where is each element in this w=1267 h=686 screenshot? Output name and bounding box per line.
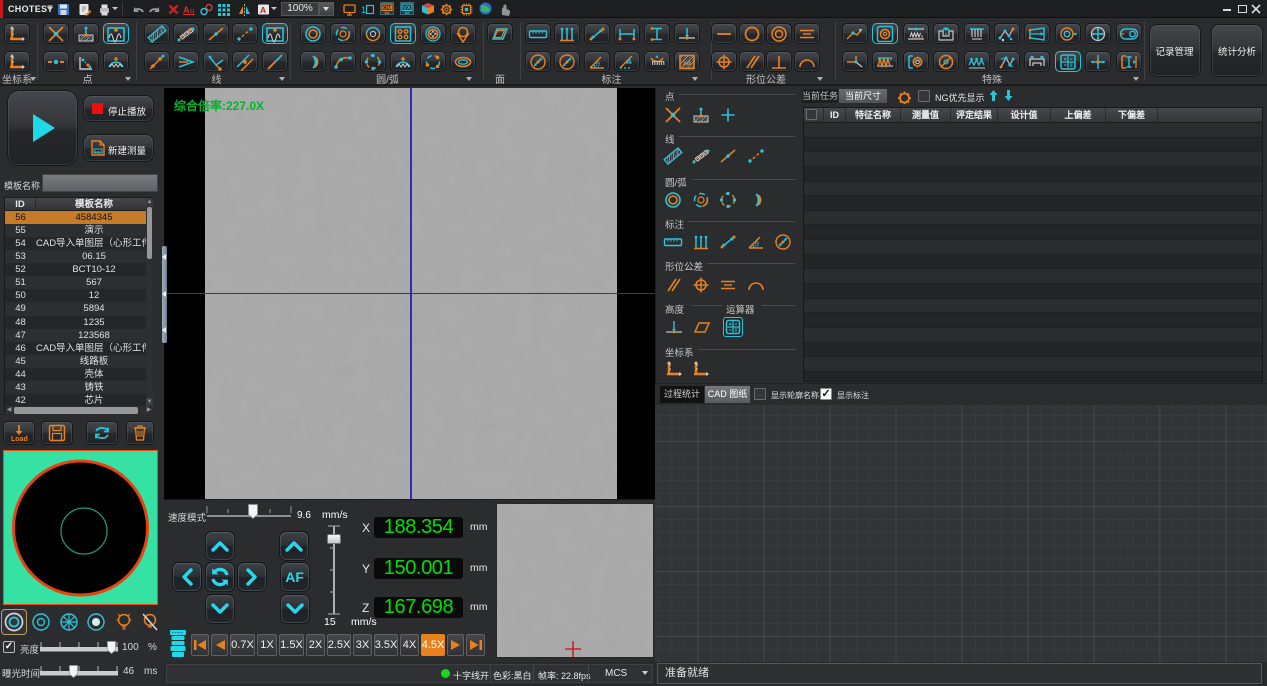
svg-text:OM: OM — [383, 6, 392, 12]
svg-text:1: 1 — [361, 5, 366, 15]
svg-text:u: u — [190, 6, 194, 15]
svg-text:θ: θ — [755, 242, 759, 249]
svg-text:xa: xa — [683, 60, 691, 67]
svg-text:Load: Load — [11, 436, 28, 442]
svg-text:A: A — [183, 5, 190, 15]
svg-text:mm: mm — [651, 58, 665, 67]
svg-text:VX: VX — [403, 6, 411, 12]
svg-text:A: A — [260, 5, 266, 15]
svg-text:θ: θ — [596, 61, 600, 68]
